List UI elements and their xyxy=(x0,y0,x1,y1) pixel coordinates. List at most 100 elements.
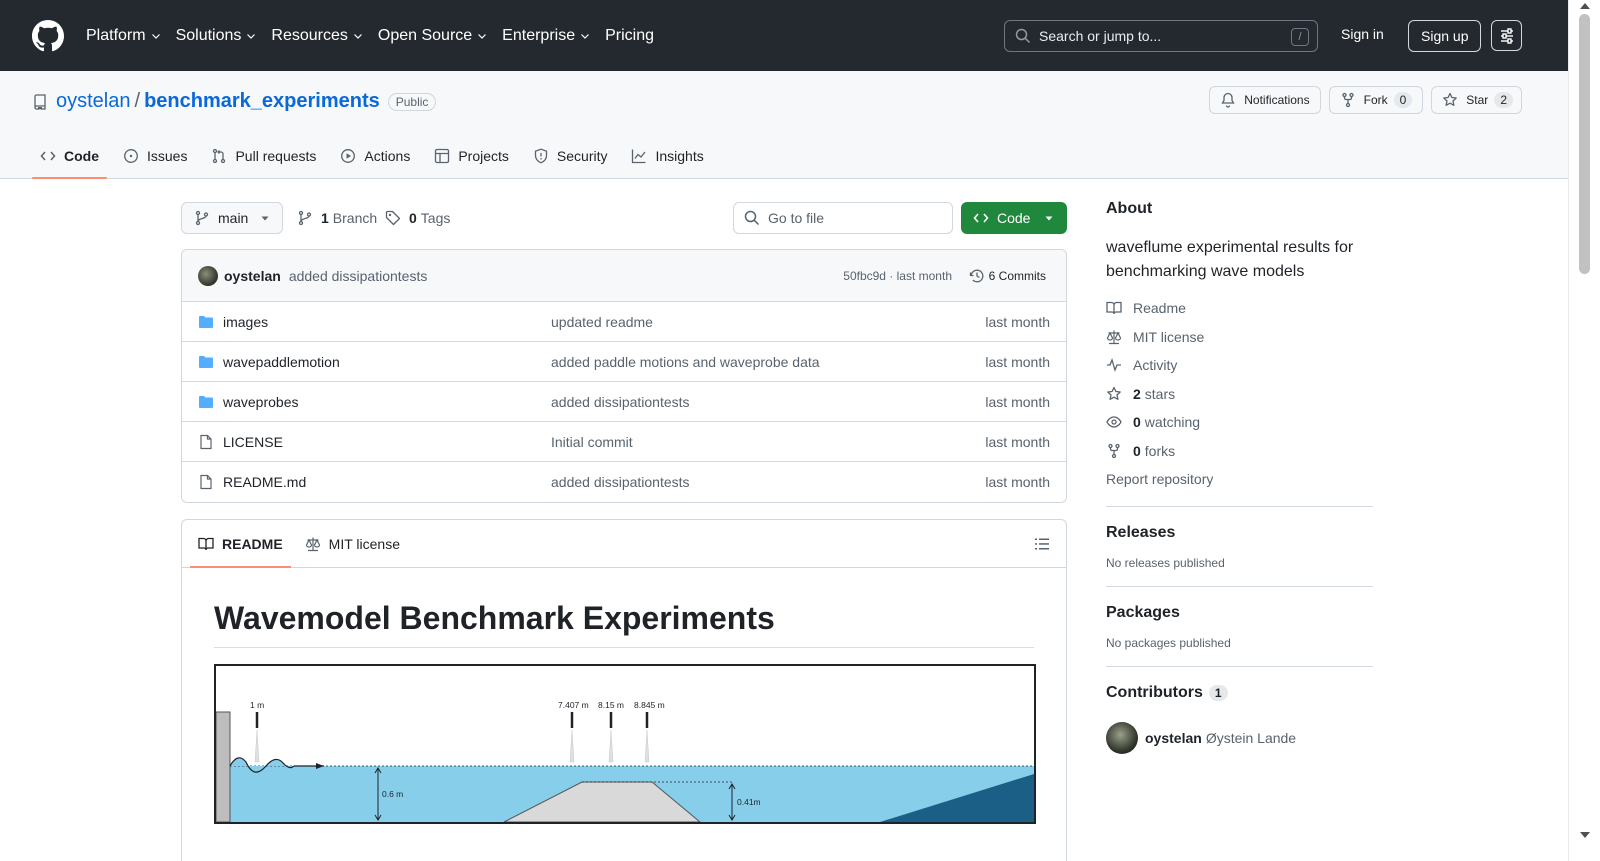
table-row[interactable]: LICENSE Initial commit last month xyxy=(182,422,1066,462)
nav-platform[interactable]: Platform xyxy=(86,27,162,45)
git-branch-icon xyxy=(195,210,209,226)
commit-hash-time[interactable]: 50fbc9d · last month xyxy=(843,269,952,283)
depth-label: 0.6 m xyxy=(382,789,403,799)
tag-label: Tags xyxy=(420,210,451,226)
tab-pull-requests-label: Pull requests xyxy=(235,148,317,164)
about-link-report-repository[interactable]: Report repository xyxy=(1106,465,1373,494)
repo-icon xyxy=(34,93,46,110)
notifications-button[interactable]: Notifications xyxy=(1209,86,1321,114)
git-branch-icon xyxy=(298,210,312,226)
branch-select-button[interactable]: main xyxy=(181,202,283,234)
file-commit-message-link[interactable]: added dissipationtests xyxy=(551,474,690,490)
scroll-thumb[interactable] xyxy=(1579,14,1590,274)
about-link-label: Report repository xyxy=(1106,471,1214,488)
file-name-link[interactable]: wavepaddlemotion xyxy=(223,354,551,370)
github-logo-icon[interactable] xyxy=(32,19,86,52)
branches-link[interactable]: 1 Branch xyxy=(297,210,377,226)
tab-security[interactable]: Security xyxy=(525,133,616,179)
waveflume-diagram: 1 m 7.407 m 8.15 m 8.845 m 0.6 m 0.41m xyxy=(216,700,1034,822)
file-name-link[interactable]: images xyxy=(223,314,551,330)
table-row[interactable]: wavepaddlemotion added paddle motions and… xyxy=(182,342,1066,382)
sign-in-link[interactable]: Sign in xyxy=(1331,26,1394,42)
tab-pull-requests[interactable]: Pull requests xyxy=(203,133,324,179)
star-button[interactable]: Star 2 xyxy=(1431,86,1522,114)
global-nav: Platform Solutions Resources Open Source Ent… xyxy=(86,27,668,45)
tab-projects[interactable]: Projects xyxy=(426,133,517,179)
waveflume-figure: 1 m 7.407 m 8.15 m 8.845 m 0.6 m 0.41m xyxy=(214,664,1036,824)
table-row[interactable]: images updated readme last month xyxy=(182,302,1066,342)
fork-count: 0 xyxy=(1393,92,1413,108)
file-commit-time: last month xyxy=(985,393,1050,410)
about-link-count: 2 xyxy=(1133,385,1141,402)
tab-issues[interactable]: Issues xyxy=(115,133,195,179)
search-input[interactable]: Search or jump to... / xyxy=(1004,20,1318,52)
about-description: waveflume experimental results for bench… xyxy=(1106,239,1354,280)
commit-message-link[interactable]: added dissipationtests xyxy=(289,268,428,284)
commit-author-link[interactable]: oystelan xyxy=(224,268,281,284)
tab-insights[interactable]: Insights xyxy=(623,133,711,179)
divider xyxy=(1106,665,1373,667)
contributor-username: oystelan xyxy=(1145,729,1202,746)
file-name-link[interactable]: README.md xyxy=(223,474,551,490)
tab-code-label: Code xyxy=(64,148,99,164)
scroll-down-arrow[interactable] xyxy=(1580,832,1590,838)
outline-icon[interactable] xyxy=(1034,536,1050,552)
tab-readme[interactable]: README xyxy=(190,520,291,568)
file-commit-message-link[interactable]: updated readme xyxy=(551,314,653,330)
releases-heading[interactable]: Releases xyxy=(1106,524,1175,541)
divider xyxy=(1106,585,1373,587)
about-link-watching[interactable]: 0 watching xyxy=(1106,408,1373,437)
tab-actions-label: Actions xyxy=(364,148,411,164)
file-name-link[interactable]: waveprobes xyxy=(223,394,551,410)
commits-link[interactable]: 6 Commits xyxy=(969,268,1046,284)
packages-heading[interactable]: Packages xyxy=(1106,604,1180,621)
chevron-down-icon xyxy=(151,33,160,39)
about-link-readme[interactable]: Readme xyxy=(1106,294,1373,323)
nav-resources[interactable]: Resources xyxy=(271,27,363,45)
about-link-label: forks xyxy=(1144,442,1176,459)
fork-button[interactable]: Fork 0 xyxy=(1328,86,1424,114)
nav-pricing[interactable]: Pricing xyxy=(605,27,654,45)
table-row[interactable]: README.md added dissipationtests last mont… xyxy=(182,462,1066,502)
nav-open-source[interactable]: Open Source xyxy=(378,27,488,45)
readme-body: Wavemodel Benchmark Experiments 1 m 7.40… xyxy=(182,568,1066,824)
graph-icon xyxy=(632,149,646,164)
tags-link[interactable]: 0 Tags xyxy=(385,210,450,226)
file-commit-message-link[interactable]: Initial commit xyxy=(551,434,633,450)
visibility-badge: Public xyxy=(387,92,437,111)
avatar[interactable] xyxy=(198,265,218,286)
contributors-heading[interactable]: Contributors xyxy=(1106,684,1203,702)
repo-name-link[interactable]: benchmark_experiments xyxy=(144,90,380,113)
about-link-activity[interactable]: Activity xyxy=(1106,351,1373,380)
about-link-forks[interactable]: 0 forks xyxy=(1106,437,1373,466)
page-scrollbar[interactable] xyxy=(1568,0,1600,861)
probe-4-label: 8.845 m xyxy=(634,700,665,710)
nav-solutions[interactable]: Solutions xyxy=(176,27,258,45)
go-to-file-input[interactable]: Go to file xyxy=(733,202,953,234)
file-commit-time: last month xyxy=(985,433,1050,450)
repo-owner-link[interactable]: oystelan xyxy=(56,90,131,113)
about-link-stars[interactable]: 2 stars xyxy=(1106,380,1373,409)
tag-count: 0 xyxy=(409,210,417,226)
nav-enterprise[interactable]: Enterprise xyxy=(502,27,591,45)
menu-button[interactable] xyxy=(1491,20,1522,51)
tab-code[interactable]: Code xyxy=(32,133,107,179)
tab-license[interactable]: MIT license xyxy=(297,520,408,568)
pulse-icon xyxy=(1107,358,1121,373)
tab-actions[interactable]: Actions xyxy=(332,133,418,179)
contributor-item[interactable]: oystelan Øystein Lande xyxy=(1106,721,1373,754)
about-link-label: MIT license xyxy=(1133,328,1205,345)
about-link-count: 0 xyxy=(1133,414,1141,431)
code-dropdown-button[interactable]: Code xyxy=(961,202,1067,234)
sign-up-button[interactable]: Sign up xyxy=(1408,20,1482,52)
star-count: 2 xyxy=(1494,92,1513,108)
file-commit-message-link[interactable]: added paddle motions and waveprobe data xyxy=(551,354,820,370)
file-commit-message-link[interactable]: added dissipationtests xyxy=(551,394,690,410)
about-link-mit-license[interactable]: MIT license xyxy=(1106,323,1373,352)
star-icon xyxy=(1443,92,1458,106)
file-name-link[interactable]: LICENSE xyxy=(223,434,551,450)
table-row[interactable]: waveprobes added dissipationtests last mon… xyxy=(182,382,1066,422)
scroll-up-arrow[interactable] xyxy=(1580,3,1590,9)
probe-2-label: 7.407 m xyxy=(558,700,589,710)
fork-icon xyxy=(1341,92,1354,108)
